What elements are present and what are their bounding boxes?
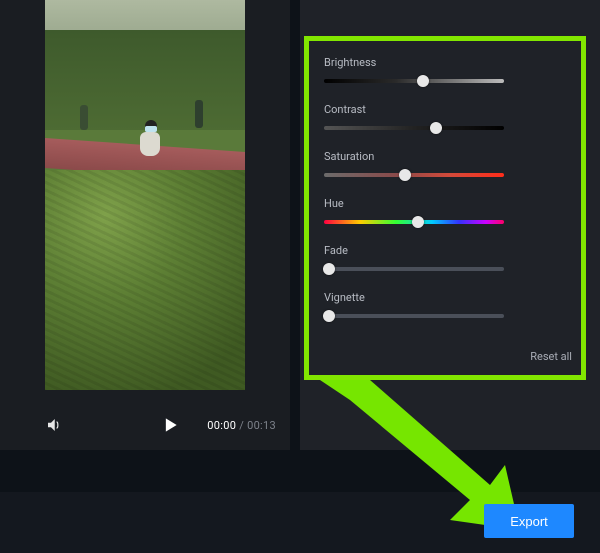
- fade-row: Fade: [324, 244, 574, 271]
- vignette-row: Vignette: [324, 291, 574, 318]
- time-separator: /: [236, 419, 247, 432]
- video-content: [80, 105, 88, 130]
- brightness-slider[interactable]: [324, 79, 504, 83]
- vignette-slider[interactable]: [324, 314, 504, 318]
- current-time: 00:00: [207, 419, 236, 432]
- video-content: [45, 170, 245, 390]
- saturation-slider[interactable]: [324, 173, 504, 177]
- preview-panel: 00:00 / 00:13: [0, 0, 290, 450]
- vignette-label: Vignette: [324, 291, 574, 304]
- player-controls: 00:00 / 00:13: [0, 400, 290, 450]
- sliders-group: Brightness Contrast Saturation Hue: [324, 56, 574, 338]
- brightness-thumb[interactable]: [417, 75, 429, 87]
- contrast-row: Contrast: [324, 103, 574, 130]
- video-content: [135, 118, 165, 166]
- hue-slider[interactable]: [324, 220, 504, 224]
- adjustments-panel: Brightness Contrast Saturation Hue: [300, 0, 600, 450]
- fade-slider[interactable]: [324, 267, 504, 271]
- brightness-row: Brightness: [324, 56, 574, 83]
- video-content: [195, 100, 203, 128]
- play-button[interactable]: [160, 415, 180, 435]
- fade-thumb[interactable]: [323, 263, 335, 275]
- app-stage: 00:00 / 00:13 Brightness Contrast Satura…: [0, 0, 600, 553]
- duration: 00:13: [247, 419, 276, 432]
- contrast-slider[interactable]: [324, 126, 504, 130]
- brightness-label: Brightness: [324, 56, 574, 69]
- hue-label: Hue: [324, 197, 574, 210]
- contrast-label: Contrast: [324, 103, 574, 116]
- export-button[interactable]: Export: [484, 504, 574, 538]
- vignette-thumb[interactable]: [323, 310, 335, 322]
- volume-icon[interactable]: [45, 416, 63, 434]
- reset-all-button[interactable]: Reset all: [530, 350, 572, 363]
- fade-label: Fade: [324, 244, 574, 257]
- video-preview[interactable]: [45, 0, 245, 390]
- hue-row: Hue: [324, 197, 574, 224]
- contrast-thumb[interactable]: [430, 122, 442, 134]
- timecode: 00:00 / 00:13: [207, 419, 276, 432]
- saturation-thumb[interactable]: [399, 169, 411, 181]
- video-content: [45, 30, 245, 130]
- saturation-label: Saturation: [324, 150, 574, 163]
- hue-thumb[interactable]: [412, 216, 424, 228]
- saturation-row: Saturation: [324, 150, 574, 177]
